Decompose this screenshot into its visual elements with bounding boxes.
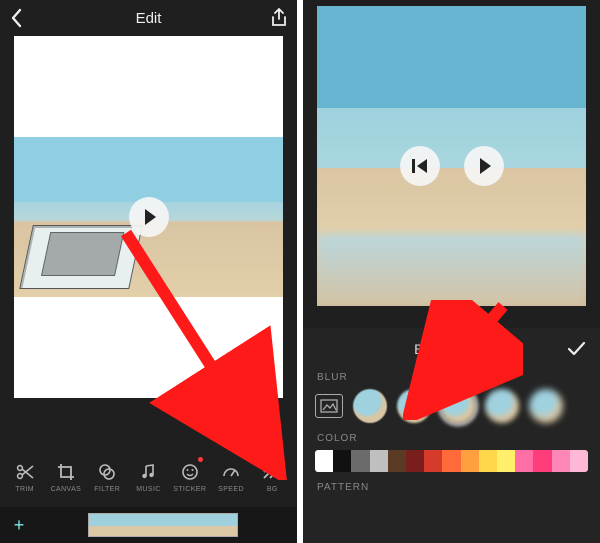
- music-icon: [138, 462, 158, 482]
- play-button[interactable]: [129, 197, 169, 237]
- video-preview[interactable]: [14, 36, 283, 398]
- skip-back-icon: [412, 159, 427, 173]
- blur-option-none[interactable]: [315, 394, 343, 418]
- color-swatch-8[interactable]: [461, 450, 479, 472]
- truck-graphic: [19, 225, 143, 289]
- color-swatch-0[interactable]: [315, 450, 333, 472]
- confirm-button[interactable]: [566, 338, 586, 363]
- play-icon: [145, 209, 156, 225]
- tool-label: FILTER: [94, 486, 120, 493]
- back-button[interactable]: [10, 0, 24, 36]
- color-swatch-13[interactable]: [552, 450, 570, 472]
- color-swatch-14[interactable]: [570, 450, 588, 472]
- color-swatch-1[interactable]: [333, 450, 351, 472]
- blur-option-2[interactable]: [397, 389, 431, 423]
- video-preview[interactable]: [317, 6, 586, 306]
- play-button[interactable]: [464, 146, 504, 186]
- new-badge: [198, 457, 203, 462]
- color-swatch-12[interactable]: [533, 450, 551, 472]
- background-screen: Background BLUR COLOR PATTERN: [303, 0, 600, 543]
- previous-button[interactable]: [400, 146, 440, 186]
- color-swatch-9[interactable]: [479, 450, 497, 472]
- timeline: +: [0, 507, 297, 543]
- tool-trim[interactable]: TRIM: [6, 453, 44, 501]
- crop-icon: [56, 462, 76, 482]
- blur-options: [315, 389, 588, 423]
- color-swatch-6[interactable]: [424, 450, 442, 472]
- color-swatch-11[interactable]: [515, 450, 533, 472]
- filter-icon: [97, 462, 117, 482]
- tool-label: STICKER: [173, 486, 206, 493]
- editor-screen: Edit TRIM: [0, 0, 297, 543]
- page-title: Edit: [136, 10, 162, 27]
- tool-label: SPEED: [218, 486, 244, 493]
- tool-bg[interactable]: BG: [253, 453, 291, 501]
- tool-sticker[interactable]: STICKER: [171, 453, 209, 501]
- bg-icon: [262, 462, 282, 482]
- tool-label: TRIM: [15, 486, 34, 493]
- tool-filter[interactable]: FILTER: [88, 453, 126, 501]
- color-swatch-10[interactable]: [497, 450, 515, 472]
- tool-label: CANVAS: [51, 486, 82, 493]
- add-clip-button[interactable]: +: [6, 512, 32, 538]
- panel-title: Background: [414, 341, 489, 357]
- tool-speed[interactable]: SPEED: [212, 453, 250, 501]
- color-swatch-3[interactable]: [370, 450, 388, 472]
- section-color-label: COLOR: [317, 433, 588, 444]
- tool-label: MUSIC: [136, 486, 161, 493]
- tool-canvas[interactable]: CANVAS: [47, 453, 85, 501]
- color-swatch-2[interactable]: [351, 450, 369, 472]
- panel-header: Background: [315, 336, 588, 362]
- color-swatch-7[interactable]: [442, 450, 460, 472]
- blur-option-4[interactable]: [485, 389, 519, 423]
- tool-music[interactable]: MUSIC: [129, 453, 167, 501]
- background-panel: Background BLUR COLOR PATTERN: [303, 328, 600, 543]
- blur-option-1[interactable]: [353, 389, 387, 423]
- play-icon: [480, 158, 491, 174]
- sticker-icon: [180, 462, 200, 482]
- color-swatch-5[interactable]: [406, 450, 424, 472]
- share-button[interactable]: [271, 0, 287, 36]
- section-blur-label: BLUR: [317, 372, 588, 383]
- blur-option-3[interactable]: [441, 389, 475, 423]
- color-swatches: [315, 450, 588, 472]
- speed-icon: [221, 462, 241, 482]
- blur-option-5[interactable]: [529, 389, 563, 423]
- blur-preview: [317, 234, 586, 306]
- editor-toolbar: TRIM CANVAS FILTER: [0, 447, 297, 507]
- clip-strip[interactable]: [88, 513, 238, 537]
- editor-header: Edit: [0, 0, 297, 36]
- image-icon: [320, 399, 338, 413]
- color-swatch-4[interactable]: [388, 450, 406, 472]
- scissors-icon: [15, 462, 35, 482]
- section-pattern-label: PATTERN: [317, 482, 588, 493]
- tool-label: BG: [267, 486, 278, 493]
